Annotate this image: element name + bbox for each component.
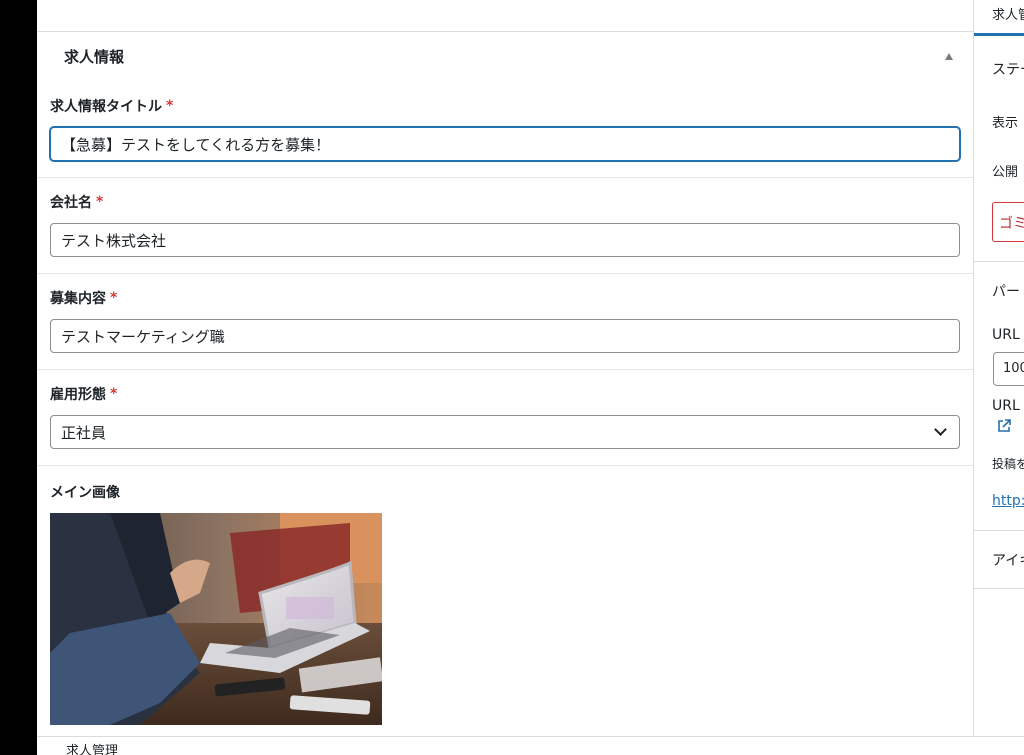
section-title: 求人情報 (64, 48, 125, 66)
eyecatch-label: アイキ (992, 553, 1024, 569)
employment-type-label: 雇用形態 * (50, 384, 960, 404)
url-label: URL (992, 327, 1020, 343)
status-label: ステー (992, 62, 1024, 78)
field-company: 会社名 * テスト株式会社 (37, 178, 973, 274)
sidebar-divider (974, 261, 1024, 262)
url-slug-input[interactable]: 100 (993, 352, 1024, 386)
required-mark: * (110, 386, 118, 402)
job-title-input[interactable]: 【急募】テストをしてくれる方を募集！ (50, 127, 960, 161)
editor-sidebar: 求人管 ステー 表示 公開 ゴミ パー URL 100 URL 投稿を http… (974, 0, 1024, 736)
employment-type-label-text: 雇用形態 (50, 387, 106, 403)
permalink-link[interactable]: http: (992, 493, 1024, 509)
required-mark: * (96, 194, 104, 210)
field-recruitment: 募集内容 * テストマーケティング職 (37, 274, 973, 370)
meta-box-header[interactable]: 求人情報 (37, 32, 973, 82)
external-link-icon[interactable] (996, 418, 1012, 434)
recruitment-label-text: 募集内容 (50, 291, 106, 307)
admin-sidebar-edge (0, 0, 37, 755)
sidebar-divider (974, 588, 1024, 589)
photo-illustration (50, 513, 382, 725)
company-input-value: テスト株式会社 (61, 231, 167, 250)
main-image-preview[interactable] (50, 513, 382, 725)
visibility-label: 表示 (992, 116, 1019, 131)
main-image-label: メイン画像 (50, 482, 960, 502)
company-label-text: 会社名 (50, 195, 92, 211)
main-image-label-text: メイン画像 (50, 485, 120, 501)
employment-type-select[interactable]: 正社員 (50, 415, 960, 449)
permalink-label: パー (992, 284, 1020, 300)
trash-button[interactable]: ゴミ (992, 202, 1024, 242)
required-mark: * (110, 290, 118, 306)
url-label-2: URL (992, 398, 1020, 414)
footer-label: 求人管理 (66, 744, 119, 755)
top-strip (37, 0, 973, 32)
sidebar-tab[interactable]: 求人管 (974, 0, 1024, 36)
recruitment-input[interactable]: テストマーケティング職 (50, 319, 960, 353)
footer-bar: 求人管理 (37, 736, 1024, 755)
field-job-title: 求人情報タイトル * 【急募】テストをしてくれる方を募集！ (37, 82, 973, 178)
job-title-label: 求人情報タイトル * (50, 96, 960, 116)
sidebar-divider (974, 530, 1024, 531)
required-mark: * (166, 98, 174, 114)
company-input[interactable]: テスト株式会社 (50, 223, 960, 257)
field-main-image: メイン画像 (37, 466, 973, 725)
chevron-down-icon (934, 423, 947, 436)
publish-label: 公開 (992, 165, 1019, 180)
job-title-input-value: 【急募】テストをしてくれる方を募集！ (61, 135, 331, 154)
post-note: 投稿を (992, 457, 1024, 471)
company-label: 会社名 * (50, 192, 960, 212)
collapse-arrow-icon[interactable] (945, 53, 953, 60)
editor-main: 求人情報 求人情報タイトル * 【急募】テストをしてくれる方を募集！ 会社名 *… (37, 0, 974, 736)
recruitment-input-value: テストマーケティング職 (61, 327, 225, 346)
recruitment-label: 募集内容 * (50, 288, 960, 308)
employment-type-selected: 正社員 (61, 423, 107, 442)
job-title-label-text: 求人情報タイトル (50, 99, 162, 115)
field-employment-type: 雇用形態 * 正社員 (37, 370, 973, 466)
